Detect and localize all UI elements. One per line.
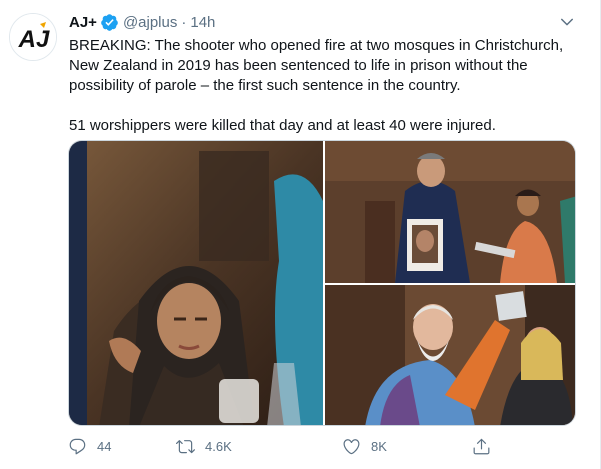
photo-officer-holding-portrait[interactable] — [325, 141, 575, 283]
reply-count: 44 — [97, 438, 112, 454]
retweet-button[interactable]: 4.6K — [176, 434, 232, 458]
like-icon — [343, 438, 360, 454]
share-button[interactable] — [472, 434, 491, 458]
share-icon — [473, 438, 490, 454]
tweet-timestamp[interactable]: 14h — [190, 14, 215, 31]
author-handle[interactable]: @ajplus — [123, 14, 177, 31]
retweet-count: 4.6K — [205, 438, 232, 454]
tweet-paragraph: 51 worshippers were killed that day and … — [69, 117, 496, 134]
avatar-logo-text: AJ — [18, 26, 50, 53]
retweet-icon — [176, 439, 195, 453]
tweet-paragraph: BREAKING: The shooter who opened fire at… — [69, 37, 564, 94]
author-name[interactable]: AJ+ — [69, 14, 97, 31]
verified-icon — [100, 13, 119, 32]
tweet-text: BREAKING: The shooter who opened fire at… — [69, 36, 589, 136]
like-button[interactable]: 8K — [342, 434, 387, 458]
reply-icon — [69, 438, 86, 454]
tweet-actions: 44 4.6K 8K — [68, 434, 498, 458]
caret-down-icon[interactable] — [558, 13, 576, 31]
tweet-header: AJ+ @ajplus · 14h — [69, 12, 215, 32]
photo-elderly-man-in-court[interactable] — [325, 285, 575, 425]
tweet-card[interactable]: AJ AJ+ @ajplus · 14h BREAKING: The shoot… — [0, 0, 601, 469]
separator-dot: · — [181, 13, 187, 31]
reply-button[interactable]: 44 — [68, 434, 111, 458]
photo-woman-in-hijab[interactable] — [69, 141, 323, 425]
media-grid — [68, 140, 576, 426]
like-count: 8K — [371, 438, 387, 454]
avatar[interactable]: AJ — [9, 13, 57, 61]
